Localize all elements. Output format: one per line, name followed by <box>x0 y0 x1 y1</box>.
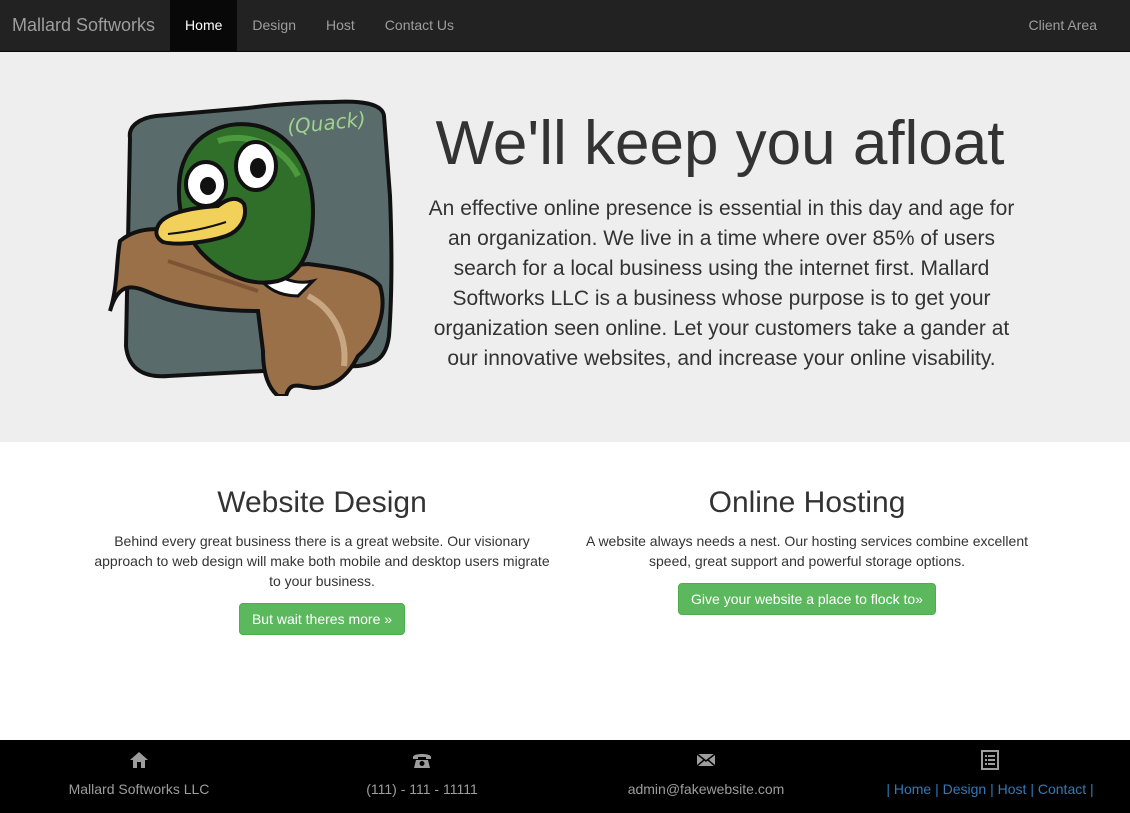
link-separator: | <box>935 781 939 797</box>
footer-company: Mallard Softworks LLC <box>40 740 238 797</box>
link-separator: | <box>1090 781 1094 797</box>
footer-link-list: | Home | Design | Host | Contact | <box>880 781 1100 797</box>
footer-link-contact[interactable]: Contact <box>1038 781 1086 797</box>
footer-links: | Home | Design | Host | Contact | <box>880 740 1100 797</box>
nav-menu: Home Design Host Contact Us <box>170 0 469 51</box>
nav-design[interactable]: Design <box>237 0 311 51</box>
nav-contact-us[interactable]: Contact Us <box>370 0 469 51</box>
phone-number: (111) - 111 - 11111 <box>366 781 478 797</box>
footer-phone: (111) - 111 - 11111 <box>323 740 521 797</box>
footer: Mallard Softworks LLC (111) - 111 - 1111… <box>0 740 1130 813</box>
more-design-button[interactable]: But wait theres more » <box>238 603 406 635</box>
feature-title: Website Design <box>217 486 427 519</box>
link-separator: | <box>1030 781 1034 797</box>
email-address: admin@fakewebsite.com <box>627 781 785 797</box>
top-navbar: Mallard Softworks Home Design Host Conta… <box>0 0 1130 52</box>
company-name: Mallard Softworks LLC <box>68 781 210 797</box>
footer-link-host[interactable]: Host <box>998 781 1027 797</box>
feature-online-hosting: Online Hosting A website always needs a … <box>578 486 1036 615</box>
hero-jumbotron: (Quack) We'll keep you afloat An effecti… <box>0 52 1130 442</box>
footer-email: admin@fakewebsite.com <box>597 740 815 797</box>
nav-host[interactable]: Host <box>311 0 370 51</box>
feature-text: Behind every great business there is a g… <box>94 533 550 589</box>
more-hosting-button[interactable]: Give your website a place to flock to» <box>678 583 936 615</box>
list-icon <box>981 750 999 770</box>
envelope-icon <box>696 753 716 767</box>
footer-link-home[interactable]: Home <box>894 781 931 797</box>
hero-title: We'll keep you afloat <box>435 109 1005 178</box>
nav-home[interactable]: Home <box>170 0 238 51</box>
nav-client-area[interactable]: Client Area <box>1014 0 1112 51</box>
feature-title: Online Hosting <box>708 486 906 519</box>
phone-icon <box>413 754 431 768</box>
home-icon <box>130 752 148 768</box>
footer-link-design[interactable]: Design <box>943 781 987 797</box>
feature-website-design: Website Design Behind every great busine… <box>90 486 554 635</box>
link-separator: | <box>886 781 890 797</box>
brand-link[interactable]: Mallard Softworks <box>0 0 170 51</box>
feature-text: A website always needs a nest. Our hosti… <box>585 533 1028 569</box>
link-separator: | <box>990 781 994 797</box>
mallard-duck-logo: (Quack) <box>108 99 394 396</box>
nav-right-menu: Client Area <box>1014 0 1112 51</box>
hero-description: An effective online presence is essentia… <box>428 197 1015 370</box>
